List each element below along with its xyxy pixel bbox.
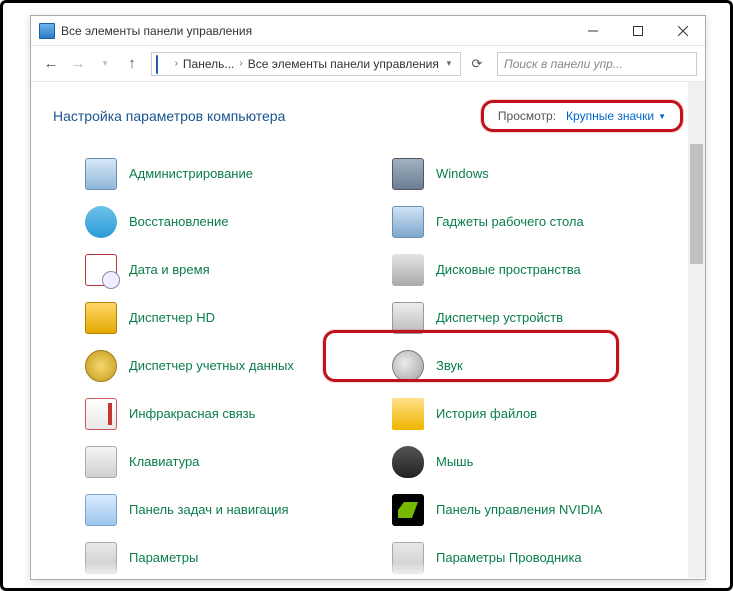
view-value[interactable]: Крупные значки▼ <box>566 109 666 123</box>
item-explorer-params[interactable]: Параметры Проводника <box>384 534 691 578</box>
nav-forward-button[interactable]: → <box>66 52 90 76</box>
item-windows[interactable]: Windows <box>384 150 691 198</box>
vertical-scrollbar[interactable] <box>688 82 705 578</box>
item-label: Параметры Проводника <box>436 550 582 566</box>
search-box[interactable] <box>497 52 697 76</box>
breadcrumb-sep-icon: › <box>173 58 180 69</box>
address-dropdown-icon[interactable]: ▾ <box>442 58 456 69</box>
history-icon <box>390 396 426 432</box>
content-area: Настройка параметров компьютера Просмотр… <box>31 82 705 578</box>
view-label: Просмотр: <box>498 109 556 123</box>
control-panel-icon <box>39 23 55 39</box>
window-title: Все элементы панели управления <box>61 24 570 38</box>
scrollbar-thumb[interactable] <box>690 144 703 264</box>
nav-back-button[interactable]: ← <box>39 52 63 76</box>
refresh-button[interactable]: ⟳ <box>466 52 488 76</box>
item-label: Звук <box>436 358 463 374</box>
nav-up-button[interactable]: ↑ <box>120 52 144 76</box>
device-manager-icon <box>390 300 426 336</box>
item-date-time[interactable]: Дата и время <box>77 246 384 294</box>
item-label: Гаджеты рабочего стола <box>436 214 584 230</box>
item-label: История файлов <box>436 406 537 422</box>
breadcrumb-sep-icon: › <box>237 58 244 69</box>
administration-icon <box>83 156 119 192</box>
item-label: Администрирование <box>129 166 253 182</box>
titlebar: Все элементы панели управления <box>31 16 705 46</box>
nvidia-icon <box>390 492 426 528</box>
windows-icon <box>390 156 426 192</box>
item-label: Панель управления NVIDIA <box>436 502 602 518</box>
datetime-icon <box>83 252 119 288</box>
content-header: Настройка параметров компьютера Просмотр… <box>31 82 705 142</box>
item-recovery[interactable]: Восстановление <box>77 198 384 246</box>
nav-toolbar: ← → ▾ ↑ › Панель... › Все элементы панел… <box>31 46 705 82</box>
credential-icon <box>83 348 119 384</box>
explorer-icon <box>390 540 426 576</box>
nav-recent-dropdown[interactable]: ▾ <box>93 52 117 76</box>
item-infrared[interactable]: Инфракрасная связь <box>77 390 384 438</box>
item-label: Диспетчер учетных данных <box>129 358 294 374</box>
item-device-manager[interactable]: Диспетчер устройств <box>384 294 691 342</box>
item-file-history[interactable]: История файлов <box>384 390 691 438</box>
item-storage-spaces[interactable]: Дисковые пространства <box>384 246 691 294</box>
item-label: Диспетчер HD <box>129 310 215 326</box>
item-keyboard[interactable]: Клавиатура <box>77 438 384 486</box>
item-label: Дата и время <box>129 262 210 278</box>
keyboard-icon <box>83 444 119 480</box>
item-label: Параметры <box>129 550 198 566</box>
control-panel-window: Все элементы панели управления ← → ▾ ↑ ›… <box>30 15 706 580</box>
item-taskbar[interactable]: Панель задач и навигация <box>77 486 384 534</box>
item-sound[interactable]: Звук <box>384 342 691 390</box>
item-desktop-gadgets[interactable]: Гаджеты рабочего стола <box>384 198 691 246</box>
items-grid: Администрирование Windows Восстановление… <box>31 142 705 578</box>
page-title: Настройка параметров компьютера <box>53 108 481 124</box>
item-hd-manager[interactable]: Диспетчер HD <box>77 294 384 342</box>
item-label: Диспетчер устройств <box>436 310 563 326</box>
parameters-icon <box>83 540 119 576</box>
item-label: Панель задач и навигация <box>129 502 289 518</box>
caret-down-icon: ▼ <box>658 112 666 121</box>
infrared-icon <box>83 396 119 432</box>
item-administration[interactable]: Администрирование <box>77 150 384 198</box>
mouse-icon <box>390 444 426 480</box>
gadgets-icon <box>390 204 426 240</box>
item-label: Инфракрасная связь <box>129 406 255 422</box>
storage-icon <box>390 252 426 288</box>
item-mouse[interactable]: Мышь <box>384 438 691 486</box>
window-controls <box>570 16 705 45</box>
recovery-icon <box>83 204 119 240</box>
taskbar-icon <box>83 492 119 528</box>
close-button[interactable] <box>660 16 705 45</box>
item-label: Дисковые пространства <box>436 262 581 278</box>
item-label: Windows <box>436 166 489 182</box>
view-selector[interactable]: Просмотр: Крупные значки▼ <box>481 100 683 132</box>
item-nvidia-panel[interactable]: Панель управления NVIDIA <box>384 486 691 534</box>
address-bar[interactable]: › Панель... › Все элементы панели управл… <box>151 52 461 76</box>
item-credential-manager[interactable]: Диспетчер учетных данных <box>77 342 384 390</box>
sound-icon <box>390 348 426 384</box>
control-panel-icon <box>156 56 169 72</box>
item-label: Мышь <box>436 454 473 470</box>
breadcrumb-item[interactable]: Все элементы панели управления <box>245 57 442 71</box>
item-parameters[interactable]: Параметры <box>77 534 384 578</box>
hd-icon <box>83 300 119 336</box>
search-input[interactable] <box>504 57 690 71</box>
item-label: Восстановление <box>129 214 228 230</box>
maximize-button[interactable] <box>615 16 660 45</box>
item-label: Клавиатура <box>129 454 199 470</box>
minimize-button[interactable] <box>570 16 615 45</box>
breadcrumb-item[interactable]: Панель... <box>180 57 237 71</box>
